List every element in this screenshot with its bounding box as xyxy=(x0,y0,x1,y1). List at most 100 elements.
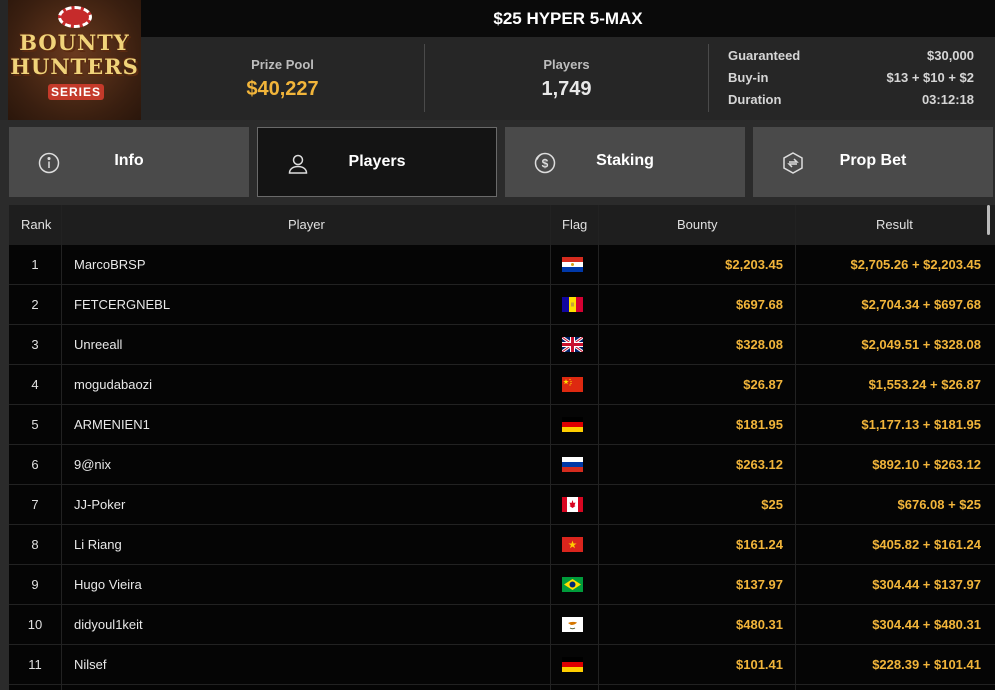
canada-flag-icon xyxy=(562,497,583,512)
table-header: Rank Player Flag Bounty Result xyxy=(9,205,995,245)
paraguay-flag-icon xyxy=(562,257,583,272)
china-flag-icon xyxy=(562,377,583,392)
detail-label: Duration xyxy=(728,92,782,107)
prize-pool-stat: Prize Pool $40,227 xyxy=(141,37,424,120)
logo-text-line2: HUNTERS xyxy=(10,54,139,79)
table-row[interactable]: 6 9@nix $263.12 $892.10 + $263.12 xyxy=(9,445,995,485)
bounty-cell: $137.97 xyxy=(736,577,783,592)
bounty-hunters-logo: BOUNTY HUNTERS SERIES xyxy=(8,0,141,120)
header-player[interactable]: Player xyxy=(288,205,325,245)
player-name-cell[interactable]: Hugo Vieira xyxy=(74,565,142,605)
tab-label: Info xyxy=(114,152,144,169)
tournament-header: BOUNTY HUNTERS SERIES $25 HYPER 5-MAX Pr… xyxy=(0,0,995,120)
result-cell: $2,704.34 + $697.68 xyxy=(861,297,981,312)
table-row[interactable]: 3 Unreeall $328.08 $2,049.51 + $328.08 xyxy=(9,325,995,365)
divider xyxy=(708,44,709,112)
tab-label: Players xyxy=(348,153,406,170)
tournament-page: BOUNTY HUNTERS SERIES $25 HYPER 5-MAX Pr… xyxy=(0,0,995,690)
table-body: 1 MarcoBRSP $2,203.45 $2,705.26 + $2,203.45… xyxy=(9,245,995,685)
table-row[interactable]: 5 ARMENIEN1 $181.95 $1,177.13 + $181.95 xyxy=(9,405,995,445)
detail-duration: Duration 03:12:18 xyxy=(728,91,974,113)
rank-cell: 7 xyxy=(31,497,39,512)
rank-cell: 8 xyxy=(31,537,39,552)
result-cell: $304.44 + $480.31 xyxy=(872,617,981,632)
tab-label: Staking xyxy=(596,152,654,169)
bounty-cell: $328.08 xyxy=(736,337,783,352)
player-name-cell[interactable]: MarcoBRSP xyxy=(74,245,146,285)
header-rank[interactable]: Rank xyxy=(21,205,51,245)
detail-buy-in: Buy-in $13 + $10 + $2 xyxy=(728,69,974,91)
player-name-cell[interactable]: Li Riang xyxy=(74,525,122,565)
tab-staking[interactable]: $ Staking xyxy=(505,127,745,197)
detail-value: $13 + $10 + $2 xyxy=(886,70,974,85)
result-cell: $1,177.13 + $181.95 xyxy=(861,417,981,432)
header-bounty[interactable]: Bounty xyxy=(677,205,717,245)
table-row[interactable]: 9 Hugo Vieira $137.97 $304.44 + $137.97 xyxy=(9,565,995,605)
bounty-cell: $697.68 xyxy=(736,297,783,312)
result-cell: $304.44 + $137.97 xyxy=(872,577,981,592)
table-row[interactable]: 4 mogudabaozi $26.87 $1,553.24 + $26.87 xyxy=(9,365,995,405)
result-cell: $2,705.26 + $2,203.45 xyxy=(850,257,981,272)
table-row[interactable]: 2 FETCERGNEBL $697.68 $2,704.34 + $697.68 xyxy=(9,285,995,325)
player-name-cell[interactable]: Unreeall xyxy=(74,325,122,365)
result-cell: $405.82 + $161.24 xyxy=(872,537,981,552)
bounty-cell: $181.95 xyxy=(736,417,783,432)
player-name-cell[interactable]: JJ-Poker xyxy=(74,485,125,525)
logo-text-line3: SERIES xyxy=(48,84,104,100)
rank-cell: 11 xyxy=(28,657,42,672)
detail-label: Guaranteed xyxy=(728,48,801,63)
result-cell: $676.08 + $25 xyxy=(897,497,982,512)
rank-cell: 4 xyxy=(31,377,39,392)
table-row[interactable]: 7 JJ-Poker $25 $676.08 + $25 xyxy=(9,485,995,525)
germany-flag-icon xyxy=(562,417,583,432)
table-row[interactable]: 8 Li Riang $161.24 $405.82 + $161.24 xyxy=(9,525,995,565)
players-value: 1,749 xyxy=(541,78,592,100)
prize-pool-value: $40,227 xyxy=(246,78,319,100)
rank-cell: 3 xyxy=(31,337,39,352)
player-name-cell[interactable]: 9@nix xyxy=(74,445,111,485)
tab-bar: Info Players $ Staking Prop Bet xyxy=(9,127,995,197)
vietnam-flag-icon xyxy=(562,537,583,552)
table-row[interactable]: 11 Nilsef $101.41 $228.39 + $101.41 xyxy=(9,645,995,685)
tab-label: Prop Bet xyxy=(839,152,907,169)
scrollbar[interactable] xyxy=(987,205,990,235)
bounty-cell: $26.87 xyxy=(743,377,783,392)
detail-value: $30,000 xyxy=(927,48,974,63)
bounty-cell: $101.41 xyxy=(736,657,783,672)
header-flag[interactable]: Flag xyxy=(562,205,587,245)
tournament-title: $25 HYPER 5-MAX xyxy=(141,0,995,37)
table-row[interactable]: 10 didyoul1keit $480.31 $304.44 + $480.31 xyxy=(9,605,995,645)
player-name-cell[interactable]: mogudabaozi xyxy=(74,365,152,405)
russia-flag-icon xyxy=(562,457,583,472)
united-kingdom-flag-icon xyxy=(562,337,583,352)
bounty-cell: $25 xyxy=(761,497,783,512)
brazil-flag-icon xyxy=(562,577,583,592)
tab-info[interactable]: Info xyxy=(9,127,249,197)
tab-players[interactable]: Players xyxy=(257,127,497,197)
bounty-cell: $161.24 xyxy=(736,537,783,552)
rank-cell: 6 xyxy=(31,457,39,472)
player-name-cell[interactable]: didyoul1keit xyxy=(74,605,143,645)
header-result[interactable]: Result xyxy=(876,205,913,245)
bounty-cell: $263.12 xyxy=(736,457,783,472)
prize-pool-label: Prize Pool xyxy=(251,57,314,72)
result-cell: $228.39 + $101.41 xyxy=(872,657,981,672)
tab-prop-bet[interactable]: Prop Bet xyxy=(753,127,993,197)
players-label: Players xyxy=(543,57,590,72)
player-name-cell[interactable]: ARMENIEN1 xyxy=(74,405,150,445)
logo-text-line1: BOUNTY xyxy=(19,30,130,55)
tournament-details: Guaranteed $30,000 Buy-in $13 + $10 + $2… xyxy=(728,47,974,113)
bounty-cell: $480.31 xyxy=(736,617,783,632)
detail-guaranteed: Guaranteed $30,000 xyxy=(728,47,974,69)
rank-cell: 2 xyxy=(31,297,39,312)
cyprus-flag-icon xyxy=(562,617,583,632)
detail-value: 03:12:18 xyxy=(921,92,974,107)
player-name-cell[interactable]: Nilsef xyxy=(74,645,107,685)
table-row[interactable]: 1 MarcoBRSP $2,203.45 $2,705.26 + $2,203.45 xyxy=(9,245,995,285)
rank-cell: 1 xyxy=(31,257,39,272)
player-name-cell[interactable]: FETCERGNEBL xyxy=(74,285,170,325)
andorra-flag-icon xyxy=(562,297,583,312)
result-cell: $892.10 + $263.12 xyxy=(872,457,981,472)
players-table: Rank Player Flag Bounty Result 1 MarcoBRS… xyxy=(9,205,995,690)
result-cell: $1,553.24 + $26.87 xyxy=(868,377,981,392)
